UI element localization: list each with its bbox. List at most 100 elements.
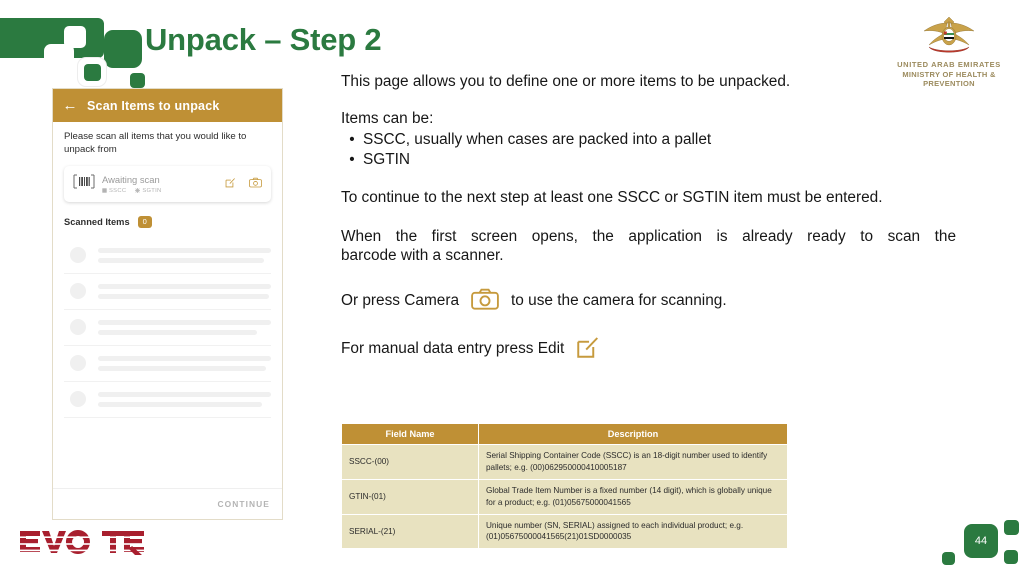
table-header-row: Field Name Description — [341, 423, 788, 445]
edit-instruction-line: For manual data entry press Edit — [341, 335, 966, 362]
phone-app-bar: ← Scan Items to unpack — [53, 89, 282, 122]
awaiting-scan-card[interactable]: Awaiting scan SSCC SGTIN — [64, 165, 271, 202]
skeleton-line — [98, 247, 271, 253]
bullet-icon: • — [349, 151, 355, 169]
table-header-description: Description — [478, 423, 788, 445]
scanned-items-header: Scanned Items 0 — [64, 215, 271, 228]
continue-requirement-paragraph: To continue to the next step at least on… — [341, 188, 883, 206]
table-cell-description: Serial Shipping Container Code (SSCC) is… — [478, 444, 788, 480]
scan-status-label: Awaiting scan — [102, 174, 160, 186]
bullet-text: SSCC, usually when cases are packed into… — [363, 130, 712, 148]
list-item: • SGTIN — [341, 151, 966, 169]
first-screen-line-2: barcode with a scanner. — [341, 247, 504, 265]
evoteq-wordmark-icon — [20, 530, 146, 555]
skeleton-row — [64, 238, 271, 274]
skeleton-line — [98, 401, 263, 407]
camera-instruction-line: Or press Camera to use the camera for sc… — [341, 288, 966, 313]
skeleton-lines — [98, 247, 271, 263]
skeleton-line — [98, 355, 271, 361]
phone-content: Please scan all items that you would lik… — [53, 122, 282, 418]
scanned-items-label: Scanned Items — [64, 216, 130, 227]
page-badge-square-3 — [1004, 550, 1018, 564]
skeleton-avatar — [70, 247, 86, 263]
skeleton-lines — [98, 391, 271, 407]
edit-icon[interactable] — [225, 175, 236, 193]
table-row: GTIN-(01) Global Trade Item Number is a f… — [341, 478, 788, 515]
scan-card-text: Awaiting scan SSCC SGTIN — [95, 174, 225, 193]
brandmark-square-large — [104, 30, 142, 68]
skeleton-lines — [98, 319, 271, 335]
tag-sscc-label: SSCC — [109, 187, 127, 194]
brandmark-square-inner — [84, 64, 101, 81]
table-row: SERIAL-(21) Unique number (SN, SERIAL) as… — [341, 513, 788, 550]
arrow-left-icon[interactable]: ← — [53, 98, 87, 113]
field-reference-table: Field Name Description SSCC-(00) Serial S… — [341, 423, 788, 550]
page-badge-square-2 — [942, 552, 955, 565]
camera-icon[interactable] — [249, 175, 262, 193]
skeleton-row — [64, 346, 271, 382]
table-cell-description: Global Trade Item Number is a fixed numb… — [478, 478, 788, 515]
camera-icon — [471, 288, 499, 313]
scan-card-tags: SSCC SGTIN — [102, 188, 225, 194]
page-number-badge: 44 — [938, 512, 1019, 570]
table-cell-field-name: SERIAL-(21) — [341, 513, 479, 550]
skeleton-line — [98, 365, 266, 371]
camera-line-suffix: to use the camera for scanning. — [511, 291, 727, 309]
items-bullet-list: • SSCC, usually when cases are packed in… — [341, 130, 966, 169]
skeleton-row — [64, 310, 271, 346]
table-cell-field-name: SSCC-(00) — [341, 444, 479, 480]
skeleton-avatar — [70, 355, 86, 371]
intro-paragraph: This page allows you to define one or mo… — [341, 73, 791, 90]
skeleton-line — [98, 391, 271, 397]
phone-footer: CONTINUE — [53, 488, 282, 519]
items-can-be-label: Items can be: — [341, 110, 434, 128]
table-cell-description: Unique number (SN, SERIAL) assigned to e… — [478, 513, 788, 550]
continue-button[interactable]: CONTINUE — [217, 499, 270, 509]
skeleton-avatar — [70, 319, 86, 335]
evoteq-logo — [20, 530, 146, 561]
falcon-emblem-icon — [923, 16, 975, 53]
skeleton-line — [98, 293, 270, 299]
table-body: SSCC-(00) Serial Shipping Container Code … — [341, 444, 788, 550]
page-title: Unpack – Step 2 — [145, 22, 382, 57]
skeleton-line — [98, 319, 271, 325]
edit-icon — [576, 335, 600, 362]
skeleton-avatar — [70, 283, 86, 299]
tag-sgtin: SGTIN — [135, 188, 161, 194]
evoteq-brandmark-icon — [0, 18, 145, 88]
barcode-icon — [73, 174, 95, 194]
table-row: SSCC-(00) Serial Shipping Container Code … — [341, 444, 788, 480]
skeleton-lines — [98, 283, 271, 299]
skeleton-line — [98, 257, 265, 263]
first-screen-line-1: When the first screen opens, the applica… — [341, 228, 956, 246]
slide-root: Unpack – Step 2 UNITED ARAB EMIRATES MIN… — [0, 0, 1024, 576]
skeleton-line — [98, 329, 258, 335]
skeleton-avatar — [70, 391, 86, 407]
page-badge-square-1 — [1004, 520, 1019, 535]
phone-mockup: ← Scan Items to unpack Please scan all i… — [52, 88, 283, 520]
asterisk-icon — [135, 188, 141, 194]
scanned-items-skeleton-list — [64, 238, 271, 418]
table-header-field-name: Field Name — [341, 423, 479, 445]
brandmark-square-small — [130, 73, 145, 88]
skeleton-row — [64, 274, 271, 310]
box-icon — [102, 188, 107, 193]
phone-screen-title: Scan Items to unpack — [87, 98, 220, 113]
skeleton-line — [98, 283, 271, 289]
first-screen-paragraph: When the first screen opens, the applica… — [341, 227, 956, 266]
scan-card-actions — [225, 175, 262, 193]
camera-line-prefix: Or press Camera — [341, 291, 460, 309]
bullet-text: SGTIN — [363, 151, 411, 169]
skeleton-row — [64, 382, 271, 418]
emblem-line-1: UNITED ARAB EMIRATES — [897, 60, 1001, 69]
page-number-value: 44 — [964, 524, 998, 558]
tag-sgtin-label: SGTIN — [142, 187, 162, 194]
skeleton-lines — [98, 355, 271, 371]
phone-instruction-text: Please scan all items that you would lik… — [64, 131, 247, 155]
list-item: • SSCC, usually when cases are packed in… — [341, 130, 966, 148]
